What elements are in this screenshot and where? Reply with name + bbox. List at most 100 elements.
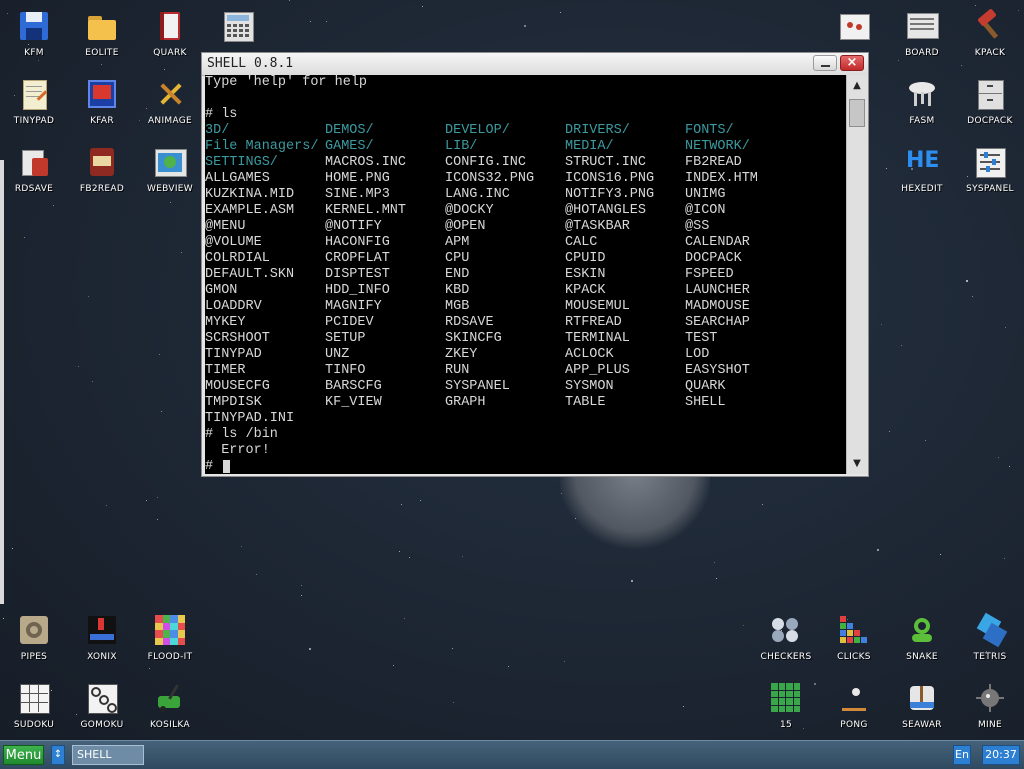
desktop-icon-docpack[interactable]: DOCPACK (956, 70, 1024, 136)
desktop-icon-eolite[interactable]: EOLITE (68, 2, 136, 68)
ls-entry-file: DOCPACK (685, 251, 742, 266)
ls-entry-file: @OPEN (445, 219, 486, 234)
ls-entry-file: KBD (445, 283, 470, 298)
ls-entry-file: ICONS32.PNG (445, 171, 535, 186)
desktop-icon-checkers[interactable]: CHECKERS (752, 606, 820, 672)
shell-window[interactable]: SHELL 0.8.1 × Type 'help' for help # ls … (201, 52, 869, 477)
desktop-icon-pipes[interactable]: PIPES (0, 606, 68, 672)
desktop-icon-label: PONG (840, 720, 868, 730)
scrollbar-thumb[interactable] (849, 99, 865, 127)
hexedit-icon: HE (906, 148, 940, 173)
star (404, 618, 405, 619)
desktop-icon-kosilka[interactable]: KOSILKA (136, 674, 204, 740)
desktop-icon-calc[interactable] (204, 2, 272, 46)
desktop-icon-label: RDSAVE (14, 184, 54, 194)
text-cursor (223, 460, 230, 473)
desktop-icon-bugs[interactable] (820, 2, 888, 46)
terminal-output[interactable]: Type 'help' for help # ls 3D/DEMOS/DEVEL… (205, 75, 846, 474)
taskbar-item-shell[interactable]: SHELL (72, 745, 144, 765)
ls-entry-file: MOUSECFG (205, 379, 270, 394)
desktop-icon-flood-it[interactable]: FLOOD-IT (136, 606, 204, 672)
star (508, 666, 509, 667)
desktop-icon-tinypad[interactable]: TINYPAD (0, 70, 68, 136)
clicks-icon (838, 614, 870, 646)
desktop-icon-webview[interactable]: WEBVIEW (136, 138, 204, 204)
desktop-icon-tetris[interactable]: TETRIS (956, 606, 1024, 672)
desktop-icon-xonix[interactable]: XONIX (68, 606, 136, 672)
window-titlebar[interactable]: SHELL 0.8.1 × (202, 53, 868, 76)
ls-entry-file: TINYPAD.INI (205, 411, 295, 426)
clock[interactable]: 20:37 (982, 745, 1020, 765)
desktop-icon-fasm[interactable]: FASM (888, 70, 956, 136)
ls-entry-file: SCRSHOOT (205, 331, 270, 346)
ls-entry-file: PCIDEV (325, 315, 374, 330)
desktop-icon-clicks[interactable]: CLICKS (820, 606, 888, 672)
terminal-prompt: # (205, 459, 214, 474)
lawnmower-icon (154, 682, 186, 714)
desktop-icon-label: PIPES (20, 652, 48, 662)
ls-entry-file: HDD_INFO (325, 283, 390, 298)
star (289, 0, 290, 1)
desktop-icon-mine[interactable]: MINE (956, 674, 1024, 740)
desktop-icon-gomoku[interactable]: GOMOKU (68, 674, 136, 740)
ls-entry-file: QUARK (685, 379, 726, 394)
sudoku-icon (18, 682, 50, 714)
desktop-icon-rdsave[interactable]: RDSAVE (0, 138, 68, 204)
minimize-button[interactable] (813, 55, 837, 71)
ls-entry-file: @MENU (205, 219, 246, 234)
ls-entry-file: MOUSEMUL (565, 299, 630, 314)
desktop-icon-label: KFM (24, 48, 44, 58)
switch-windows-button[interactable]: ↕ (51, 745, 65, 765)
desktop-icon-label: CLICKS (837, 652, 871, 662)
star (1005, 327, 1006, 328)
desktop-icon-hexedit[interactable]: HE HEXEDIT (888, 138, 956, 204)
ls-entry-file: @DOCKY (445, 203, 494, 218)
star (301, 585, 302, 586)
board-icon (906, 10, 939, 42)
desktop-icon-animage[interactable]: ANIMAGE (136, 70, 204, 136)
star (966, 280, 968, 282)
ls-entry-file: MADMOUSE (685, 299, 750, 314)
star (422, 6, 423, 7)
desktop-icon-pong[interactable]: PONG (820, 674, 888, 740)
ls-entry-file: STRUCT.INC (565, 155, 647, 170)
scroll-up-arrow-icon[interactable]: ▲ (849, 78, 865, 94)
desktop-icon-kfar[interactable]: KFAR (68, 70, 136, 136)
star (181, 252, 182, 253)
ls-entry-file: TABLE (565, 395, 606, 410)
close-button[interactable]: × (840, 55, 864, 71)
ls-entry-directory: NETWORK/ (685, 139, 750, 154)
desktop-icon-syspanel[interactable]: SYSPANEL (956, 138, 1024, 204)
star (452, 648, 453, 649)
desktop-icon-seawar[interactable]: SEAWAR (888, 674, 956, 740)
star (925, 440, 926, 441)
desktop-icon-fb2read[interactable]: FB2READ (68, 138, 136, 204)
desktop-icon-quark[interactable]: QUARK (136, 2, 204, 68)
menu-button[interactable]: Menu (3, 745, 44, 765)
globe-window-icon (154, 146, 187, 178)
desktop-icon-kpack[interactable]: KPACK (956, 2, 1024, 68)
star (716, 578, 717, 579)
star (24, 237, 25, 238)
keyboard-layout-indicator[interactable]: En (953, 745, 971, 765)
scroll-down-arrow-icon[interactable]: ▼ (849, 456, 865, 472)
floppy-icon (18, 10, 50, 42)
desktop-icon-sudoku[interactable]: SUDOKU (0, 674, 68, 740)
desktop-icon-kfm[interactable]: KFM (0, 2, 68, 68)
ls-entry-file: ICONS16.PNG (565, 171, 655, 186)
desktop-icon-board[interactable]: BOARD (888, 2, 956, 68)
desktop-icon-label: ANIMAGE (147, 116, 193, 126)
ls-entry-file: SEARCHAP (685, 315, 750, 330)
ls-entry-file: RUN (445, 363, 470, 378)
desktop-icon-label: TETRIS (973, 652, 1007, 662)
vertical-scrollbar[interactable]: ▲ ▼ (846, 75, 868, 474)
ls-entry-file: TINYPAD (205, 347, 262, 362)
desktop-icon-snake[interactable]: SNAKE (888, 606, 956, 672)
star (901, 345, 902, 346)
ls-entry-file: BARSCFG (325, 379, 382, 394)
minimize-icon (821, 65, 830, 67)
star (714, 562, 715, 563)
ls-entry-directory: File Managers/ (205, 139, 319, 154)
desktop-icon-15[interactable]: 15 (752, 674, 820, 740)
ls-entry-file: HOME.PNG (325, 171, 390, 186)
